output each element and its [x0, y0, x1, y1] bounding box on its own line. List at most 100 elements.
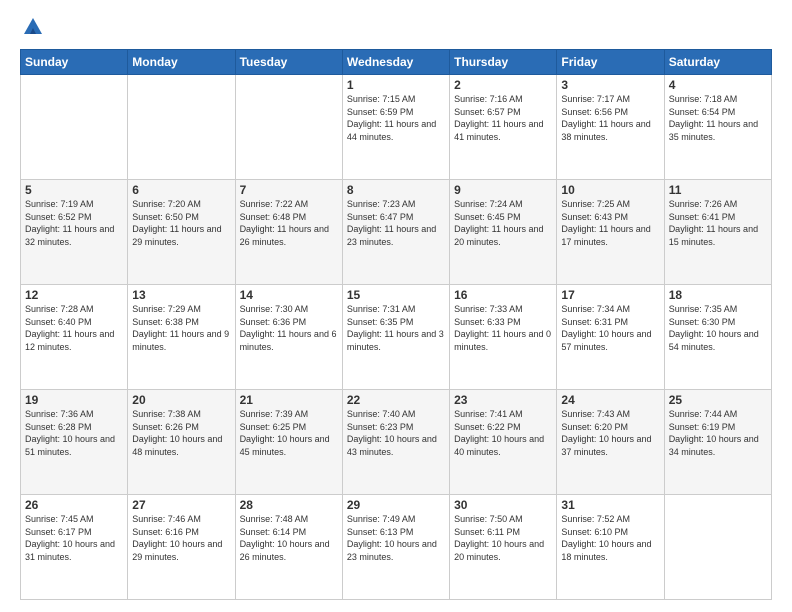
day-cell: 13Sunrise: 7:29 AM Sunset: 6:38 PM Dayli… [128, 285, 235, 390]
day-header-saturday: Saturday [664, 50, 771, 75]
logo-icon [22, 16, 44, 39]
day-number: 4 [669, 78, 767, 92]
page: SundayMondayTuesdayWednesdayThursdayFrid… [0, 0, 792, 612]
day-cell: 9Sunrise: 7:24 AM Sunset: 6:45 PM Daylig… [450, 180, 557, 285]
calendar-table: SundayMondayTuesdayWednesdayThursdayFrid… [20, 49, 772, 600]
day-info: Sunrise: 7:28 AM Sunset: 6:40 PM Dayligh… [25, 303, 123, 353]
day-number: 5 [25, 183, 123, 197]
day-info: Sunrise: 7:30 AM Sunset: 6:36 PM Dayligh… [240, 303, 338, 353]
day-cell: 26Sunrise: 7:45 AM Sunset: 6:17 PM Dayli… [21, 495, 128, 600]
day-info: Sunrise: 7:16 AM Sunset: 6:57 PM Dayligh… [454, 93, 552, 143]
day-info: Sunrise: 7:38 AM Sunset: 6:26 PM Dayligh… [132, 408, 230, 458]
day-number: 26 [25, 498, 123, 512]
day-number: 17 [561, 288, 659, 302]
day-cell: 6Sunrise: 7:20 AM Sunset: 6:50 PM Daylig… [128, 180, 235, 285]
day-cell [235, 75, 342, 180]
day-cell: 20Sunrise: 7:38 AM Sunset: 6:26 PM Dayli… [128, 390, 235, 495]
day-number: 29 [347, 498, 445, 512]
day-cell: 3Sunrise: 7:17 AM Sunset: 6:56 PM Daylig… [557, 75, 664, 180]
week-row-3: 12Sunrise: 7:28 AM Sunset: 6:40 PM Dayli… [21, 285, 772, 390]
day-cell: 29Sunrise: 7:49 AM Sunset: 6:13 PM Dayli… [342, 495, 449, 600]
day-info: Sunrise: 7:15 AM Sunset: 6:59 PM Dayligh… [347, 93, 445, 143]
day-number: 7 [240, 183, 338, 197]
day-cell: 2Sunrise: 7:16 AM Sunset: 6:57 PM Daylig… [450, 75, 557, 180]
day-info: Sunrise: 7:39 AM Sunset: 6:25 PM Dayligh… [240, 408, 338, 458]
day-cell: 22Sunrise: 7:40 AM Sunset: 6:23 PM Dayli… [342, 390, 449, 495]
day-number: 23 [454, 393, 552, 407]
day-cell: 14Sunrise: 7:30 AM Sunset: 6:36 PM Dayli… [235, 285, 342, 390]
logo [20, 16, 44, 39]
day-cell: 27Sunrise: 7:46 AM Sunset: 6:16 PM Dayli… [128, 495, 235, 600]
day-number: 30 [454, 498, 552, 512]
day-number: 21 [240, 393, 338, 407]
day-info: Sunrise: 7:49 AM Sunset: 6:13 PM Dayligh… [347, 513, 445, 563]
day-info: Sunrise: 7:34 AM Sunset: 6:31 PM Dayligh… [561, 303, 659, 353]
day-number: 22 [347, 393, 445, 407]
header-row: SundayMondayTuesdayWednesdayThursdayFrid… [21, 50, 772, 75]
day-cell: 11Sunrise: 7:26 AM Sunset: 6:41 PM Dayli… [664, 180, 771, 285]
day-info: Sunrise: 7:31 AM Sunset: 6:35 PM Dayligh… [347, 303, 445, 353]
day-cell: 4Sunrise: 7:18 AM Sunset: 6:54 PM Daylig… [664, 75, 771, 180]
day-info: Sunrise: 7:48 AM Sunset: 6:14 PM Dayligh… [240, 513, 338, 563]
day-cell [21, 75, 128, 180]
day-cell: 12Sunrise: 7:28 AM Sunset: 6:40 PM Dayli… [21, 285, 128, 390]
day-info: Sunrise: 7:20 AM Sunset: 6:50 PM Dayligh… [132, 198, 230, 248]
week-row-2: 5Sunrise: 7:19 AM Sunset: 6:52 PM Daylig… [21, 180, 772, 285]
day-cell: 1Sunrise: 7:15 AM Sunset: 6:59 PM Daylig… [342, 75, 449, 180]
day-number: 1 [347, 78, 445, 92]
week-row-1: 1Sunrise: 7:15 AM Sunset: 6:59 PM Daylig… [21, 75, 772, 180]
day-info: Sunrise: 7:19 AM Sunset: 6:52 PM Dayligh… [25, 198, 123, 248]
day-cell: 28Sunrise: 7:48 AM Sunset: 6:14 PM Dayli… [235, 495, 342, 600]
day-number: 13 [132, 288, 230, 302]
day-cell: 19Sunrise: 7:36 AM Sunset: 6:28 PM Dayli… [21, 390, 128, 495]
day-cell: 18Sunrise: 7:35 AM Sunset: 6:30 PM Dayli… [664, 285, 771, 390]
day-cell: 25Sunrise: 7:44 AM Sunset: 6:19 PM Dayli… [664, 390, 771, 495]
day-info: Sunrise: 7:24 AM Sunset: 6:45 PM Dayligh… [454, 198, 552, 248]
day-info: Sunrise: 7:35 AM Sunset: 6:30 PM Dayligh… [669, 303, 767, 353]
day-number: 18 [669, 288, 767, 302]
day-cell: 15Sunrise: 7:31 AM Sunset: 6:35 PM Dayli… [342, 285, 449, 390]
day-cell: 7Sunrise: 7:22 AM Sunset: 6:48 PM Daylig… [235, 180, 342, 285]
day-header-thursday: Thursday [450, 50, 557, 75]
day-number: 8 [347, 183, 445, 197]
day-number: 10 [561, 183, 659, 197]
day-info: Sunrise: 7:43 AM Sunset: 6:20 PM Dayligh… [561, 408, 659, 458]
day-number: 24 [561, 393, 659, 407]
day-cell: 17Sunrise: 7:34 AM Sunset: 6:31 PM Dayli… [557, 285, 664, 390]
day-number: 15 [347, 288, 445, 302]
day-info: Sunrise: 7:23 AM Sunset: 6:47 PM Dayligh… [347, 198, 445, 248]
day-info: Sunrise: 7:41 AM Sunset: 6:22 PM Dayligh… [454, 408, 552, 458]
day-header-wednesday: Wednesday [342, 50, 449, 75]
day-number: 28 [240, 498, 338, 512]
day-cell: 31Sunrise: 7:52 AM Sunset: 6:10 PM Dayli… [557, 495, 664, 600]
day-number: 31 [561, 498, 659, 512]
day-cell: 30Sunrise: 7:50 AM Sunset: 6:11 PM Dayli… [450, 495, 557, 600]
day-number: 12 [25, 288, 123, 302]
day-info: Sunrise: 7:50 AM Sunset: 6:11 PM Dayligh… [454, 513, 552, 563]
day-header-tuesday: Tuesday [235, 50, 342, 75]
day-header-sunday: Sunday [21, 50, 128, 75]
day-cell: 5Sunrise: 7:19 AM Sunset: 6:52 PM Daylig… [21, 180, 128, 285]
day-info: Sunrise: 7:46 AM Sunset: 6:16 PM Dayligh… [132, 513, 230, 563]
day-header-monday: Monday [128, 50, 235, 75]
week-row-4: 19Sunrise: 7:36 AM Sunset: 6:28 PM Dayli… [21, 390, 772, 495]
day-info: Sunrise: 7:44 AM Sunset: 6:19 PM Dayligh… [669, 408, 767, 458]
day-number: 20 [132, 393, 230, 407]
day-cell: 16Sunrise: 7:33 AM Sunset: 6:33 PM Dayli… [450, 285, 557, 390]
day-header-friday: Friday [557, 50, 664, 75]
day-number: 27 [132, 498, 230, 512]
day-info: Sunrise: 7:52 AM Sunset: 6:10 PM Dayligh… [561, 513, 659, 563]
day-cell: 23Sunrise: 7:41 AM Sunset: 6:22 PM Dayli… [450, 390, 557, 495]
day-info: Sunrise: 7:26 AM Sunset: 6:41 PM Dayligh… [669, 198, 767, 248]
day-info: Sunrise: 7:45 AM Sunset: 6:17 PM Dayligh… [25, 513, 123, 563]
day-number: 6 [132, 183, 230, 197]
week-row-5: 26Sunrise: 7:45 AM Sunset: 6:17 PM Dayli… [21, 495, 772, 600]
day-number: 11 [669, 183, 767, 197]
day-cell [128, 75, 235, 180]
day-info: Sunrise: 7:40 AM Sunset: 6:23 PM Dayligh… [347, 408, 445, 458]
day-info: Sunrise: 7:18 AM Sunset: 6:54 PM Dayligh… [669, 93, 767, 143]
day-number: 3 [561, 78, 659, 92]
day-number: 9 [454, 183, 552, 197]
header [20, 16, 772, 39]
day-cell: 10Sunrise: 7:25 AM Sunset: 6:43 PM Dayli… [557, 180, 664, 285]
